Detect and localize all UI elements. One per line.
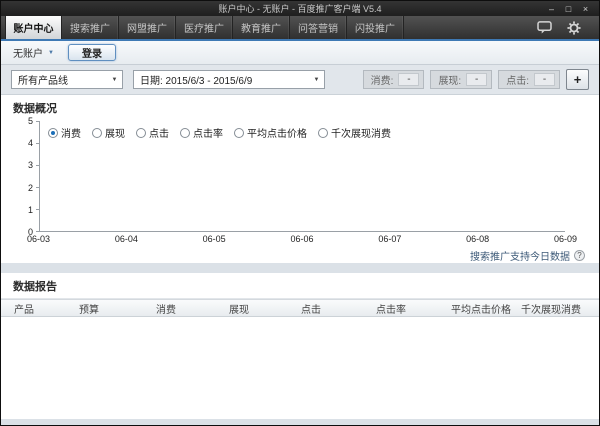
metric-label: 千次展现消费 <box>331 125 391 140</box>
x-tick-label: 06-08 <box>466 234 489 244</box>
x-tick-label: 06-05 <box>203 234 226 244</box>
x-tick-label: 06-06 <box>290 234 313 244</box>
y-tick-label: 0 <box>28 227 33 237</box>
y-tick-label: 1 <box>28 205 33 215</box>
account-label: 无账户 <box>13 45 43 60</box>
tab-education-promo[interactable]: 教育推广 <box>233 16 290 39</box>
impression-stat-value: - <box>466 73 487 86</box>
column-header-cpm[interactable]: 千次展现消费 <box>521 301 599 316</box>
column-header-impression[interactable]: 展现 <box>229 301 301 316</box>
column-header-product[interactable]: 产品 <box>14 301 79 316</box>
metric-radio-group: 消费 展现 点击 点击率 平均点击价格 <box>48 125 391 140</box>
metric-label: 点击率 <box>193 125 223 140</box>
chevron-down-icon: ▼ <box>107 77 122 83</box>
metric-radio-ctr[interactable]: 点击率 <box>180 125 223 140</box>
overview-section-title: 数据概况 <box>1 95 599 118</box>
y-tick-label: 5 <box>28 116 33 126</box>
tab-account-center[interactable]: 账户中心 <box>5 16 62 39</box>
chevron-down-icon: ▼ <box>309 77 324 83</box>
close-button[interactable]: × <box>577 1 594 16</box>
report-section-title: 数据报告 <box>1 273 599 299</box>
tabbar-icon-group <box>529 16 599 39</box>
metric-radio-impression[interactable]: 展现 <box>92 125 125 140</box>
chart-y-axis-labels: 5 4 3 2 1 0 <box>13 116 33 237</box>
column-header-consume[interactable]: 消费 <box>156 301 229 316</box>
metric-label: 展现 <box>105 125 125 140</box>
radio-icon <box>318 128 328 138</box>
radio-icon <box>136 128 146 138</box>
account-toolbar: 无账户 ▼ 登录 <box>1 41 599 65</box>
section-divider <box>1 263 599 273</box>
metric-radio-avg-cpc[interactable]: 平均点击价格 <box>234 125 307 140</box>
x-tick-label: 06-07 <box>378 234 401 244</box>
chart-y-axis-ticks <box>36 121 40 232</box>
trend-chart: 5 4 3 2 1 0 消费 展现 <box>39 121 565 232</box>
gear-icon[interactable] <box>559 16 589 39</box>
date-range-value: 日期: 2015/6/3 - 2015/6/9 <box>140 72 252 87</box>
help-icon[interactable]: ? <box>574 250 585 261</box>
impression-stat-chip: 展现: - <box>430 70 492 89</box>
summary-stats-group: 消费: - 展现: - 点击: - + <box>363 69 589 90</box>
click-stat-label: 点击: <box>506 72 529 87</box>
y-tick-label: 4 <box>28 138 33 148</box>
x-tick-label: 06-04 <box>115 234 138 244</box>
tab-qa-marketing[interactable]: 问答营销 <box>290 16 347 39</box>
app-window: 账户中心 - 无账户 - 百度推广客户端 V5.4 – □ × 账户中心 搜索推… <box>0 0 600 426</box>
consume-stat-label: 消费: <box>371 72 394 87</box>
today-data-note: 搜索推广支持今日数据 <box>470 248 570 263</box>
metric-radio-cpm[interactable]: 千次展现消费 <box>318 125 391 140</box>
tab-network-promo[interactable]: 网盟推广 <box>119 16 176 39</box>
maximize-button[interactable]: □ <box>560 1 577 16</box>
report-table-header: 产品 预算 消费 展现 点击 点击率 平均点击价格 千次展现消费 <box>1 299 599 317</box>
chevron-down-icon: ▼ <box>48 50 54 56</box>
data-report-section: 数据报告 产品 预算 消费 展现 点击 点击率 平均点击价格 千次展现消费 <box>1 273 599 419</box>
metric-radio-click[interactable]: 点击 <box>136 125 169 140</box>
data-overview-section: 数据概况 5 4 3 2 1 0 消费 展现 <box>1 95 599 263</box>
chart-x-axis-labels: 06-03 06-04 06-05 06-06 06-07 06-08 06-0… <box>27 234 577 244</box>
date-range-select[interactable]: 日期: 2015/6/3 - 2015/6/9 ▼ <box>133 70 325 89</box>
consume-stat-chip: 消费: - <box>363 70 425 89</box>
column-header-click[interactable]: 点击 <box>301 301 376 316</box>
add-stat-button[interactable]: + <box>566 69 589 90</box>
radio-selected-icon <box>48 128 58 138</box>
product-line-value: 所有产品线 <box>18 72 68 87</box>
y-tick-label: 2 <box>28 183 33 193</box>
column-header-ctr[interactable]: 点击率 <box>376 301 451 316</box>
radio-icon <box>234 128 244 138</box>
radio-icon <box>180 128 190 138</box>
window-controls: – □ × <box>543 1 594 16</box>
column-header-budget[interactable]: 预算 <box>79 301 156 316</box>
message-icon[interactable] <box>529 16 559 39</box>
metric-label: 点击 <box>149 125 169 140</box>
login-button[interactable]: 登录 <box>68 44 116 61</box>
tab-medical-promo[interactable]: 医疗推广 <box>176 16 233 39</box>
metric-radio-consume[interactable]: 消费 <box>48 125 81 140</box>
metric-label: 消费 <box>61 125 81 140</box>
y-tick-label: 3 <box>28 160 33 170</box>
column-header-avg-cpc[interactable]: 平均点击价格 <box>451 301 521 316</box>
radio-icon <box>92 128 102 138</box>
window-title: 账户中心 - 无账户 - 百度推广客户端 V5.4 <box>1 2 599 15</box>
minimize-button[interactable]: – <box>543 1 560 16</box>
impression-stat-label: 展现: <box>438 72 461 87</box>
title-bar: 账户中心 - 无账户 - 百度推广客户端 V5.4 – □ × <box>1 1 599 16</box>
window-bottom-margin <box>1 419 599 425</box>
click-stat-chip: 点击: - <box>498 70 560 89</box>
metric-label: 平均点击价格 <box>247 125 307 140</box>
tab-flash-promo[interactable]: 闪投推广 <box>347 16 404 39</box>
report-table-body <box>1 317 599 419</box>
tab-search-promo[interactable]: 搜索推广 <box>62 16 119 39</box>
filter-bar: 所有产品线 ▼ 日期: 2015/6/3 - 2015/6/9 ▼ 消费: - … <box>1 65 599 95</box>
consume-stat-value: - <box>398 73 419 86</box>
x-tick-label: 06-09 <box>554 234 577 244</box>
click-stat-value: - <box>534 73 555 86</box>
main-tab-bar: 账户中心 搜索推广 网盟推广 医疗推广 教育推广 问答营销 闪投推广 <box>1 16 599 41</box>
today-data-note-row: 搜索推广支持今日数据 ? <box>1 244 599 263</box>
account-dropdown[interactable]: 无账户 ▼ <box>13 45 54 60</box>
product-line-select[interactable]: 所有产品线 ▼ <box>11 70 123 89</box>
